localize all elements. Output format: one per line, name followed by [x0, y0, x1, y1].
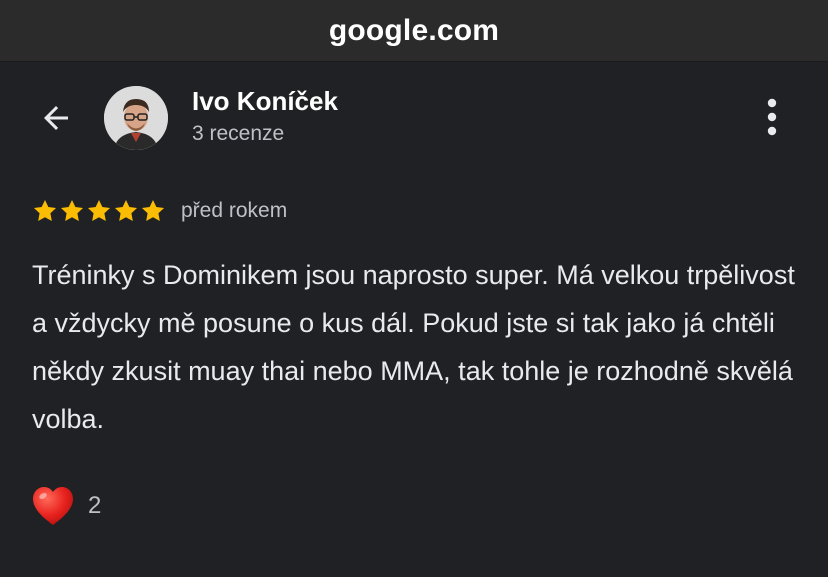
review-date: před rokem — [181, 199, 288, 222]
more-options-button[interactable] — [752, 92, 792, 142]
user-photo-icon — [104, 86, 168, 150]
star-icon — [60, 199, 84, 221]
browser-address-bar[interactable]: google.com — [0, 0, 828, 62]
star-icon — [114, 199, 138, 221]
review-text: Tréninky s Dominikem jsou naprosto super… — [32, 260, 795, 434]
red-heart-icon — [33, 487, 73, 525]
more-vert-icon — [767, 98, 777, 136]
back-button[interactable] — [32, 96, 80, 140]
avatar[interactable] — [104, 86, 168, 150]
star-icon — [87, 199, 111, 221]
rating-row: před rokem — [32, 196, 287, 226]
reviewer-name[interactable]: Ivo Koníček — [192, 86, 338, 117]
arrow-left-icon — [44, 106, 68, 130]
reaction-button[interactable] — [30, 483, 76, 529]
url-text: google.com — [328, 13, 500, 47]
star-icon — [33, 199, 57, 221]
review-count: 3 recenze — [192, 122, 285, 145]
reaction-count: 2 — [88, 492, 102, 519]
star-icon — [141, 199, 165, 221]
review-header: Ivo Koníček 3 recenze — [0, 62, 828, 172]
reaction-row: 2 — [30, 482, 101, 530]
star-rating — [32, 198, 166, 224]
